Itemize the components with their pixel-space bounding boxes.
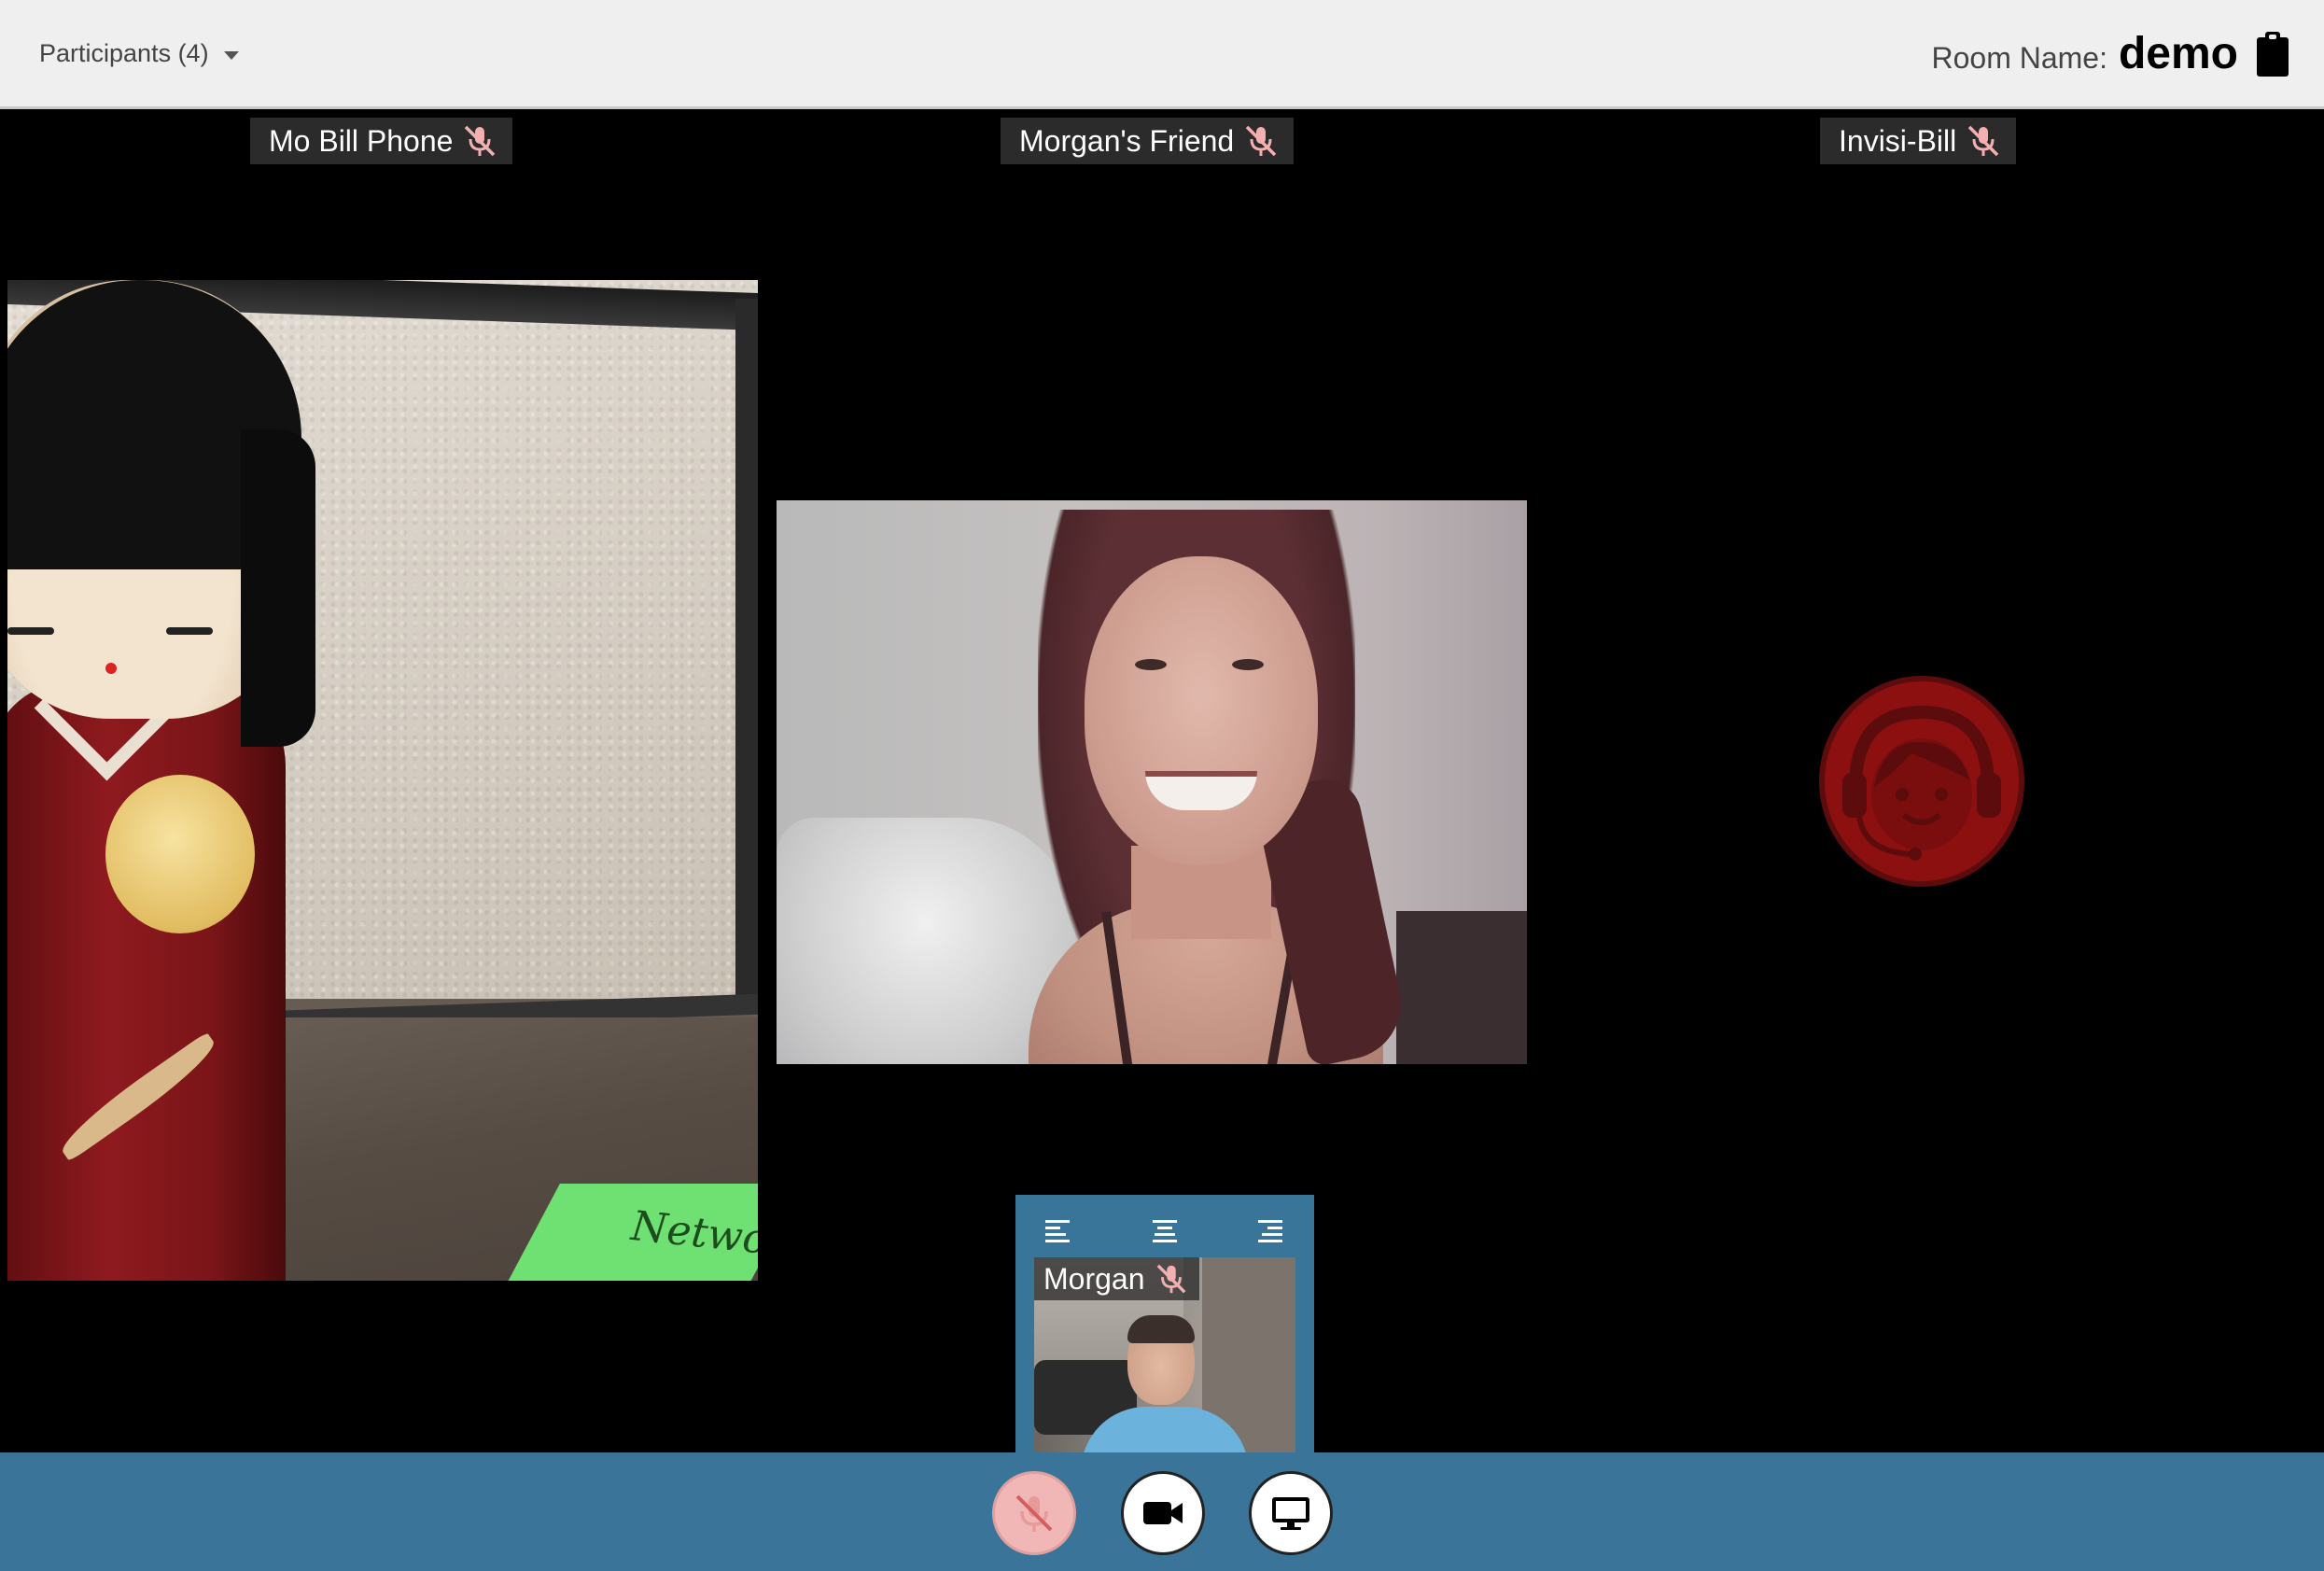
microphone-muted-icon bbox=[465, 125, 496, 157]
microphone-muted-icon bbox=[1967, 125, 1999, 157]
microphone-muted-icon bbox=[1015, 1494, 1053, 1532]
header-bar: Participants (4) Room Name: demo bbox=[0, 0, 2324, 109]
caret-down-icon bbox=[223, 51, 239, 60]
camera-toggle-button[interactable] bbox=[1121, 1471, 1205, 1555]
align-right-icon[interactable] bbox=[1256, 1217, 1284, 1245]
mute-microphone-button[interactable] bbox=[992, 1471, 1076, 1555]
call-controls-toolbar bbox=[0, 1452, 2324, 1571]
microphone-muted-icon bbox=[1156, 1264, 1185, 1294]
participant-name: Invisi-Bill bbox=[1839, 123, 1957, 158]
local-preview-panel[interactable]: Morgan bbox=[1015, 1195, 1314, 1460]
doll bbox=[7, 681, 286, 1281]
room-name-label: Room Name: bbox=[1931, 41, 2107, 75]
participant-name: Mo Bill Phone bbox=[269, 123, 454, 158]
participant-name-tag: Morgan's Friend bbox=[1001, 118, 1295, 164]
support-agent-avatar-icon bbox=[1819, 676, 2024, 887]
participant-face bbox=[1085, 556, 1318, 864]
participant-video: Network bbox=[7, 280, 758, 1281]
room-info: Room Name: demo bbox=[1931, 28, 2290, 79]
align-left-icon[interactable] bbox=[1043, 1217, 1071, 1245]
clipboard-icon[interactable] bbox=[2255, 31, 2290, 77]
participant-video bbox=[777, 500, 1527, 1064]
participant-name-tag: Mo Bill Phone bbox=[250, 118, 513, 164]
participant-name-tag: Invisi-Bill bbox=[1820, 118, 2017, 164]
participants-label: Participants (4) bbox=[39, 39, 209, 67]
screen-share-button[interactable] bbox=[1249, 1471, 1333, 1555]
participant-name: Morgan's Friend bbox=[1019, 123, 1235, 158]
camera-icon bbox=[1143, 1502, 1183, 1524]
local-name-tag: Morgan bbox=[1034, 1257, 1199, 1300]
align-center-icon[interactable] bbox=[1151, 1217, 1179, 1245]
screen-share-icon bbox=[1272, 1497, 1309, 1530]
microphone-muted-icon bbox=[1245, 125, 1277, 157]
local-name: Morgan bbox=[1043, 1261, 1145, 1296]
participants-dropdown[interactable]: Participants (4) bbox=[39, 39, 239, 68]
room-name: demo bbox=[2118, 29, 2238, 78]
